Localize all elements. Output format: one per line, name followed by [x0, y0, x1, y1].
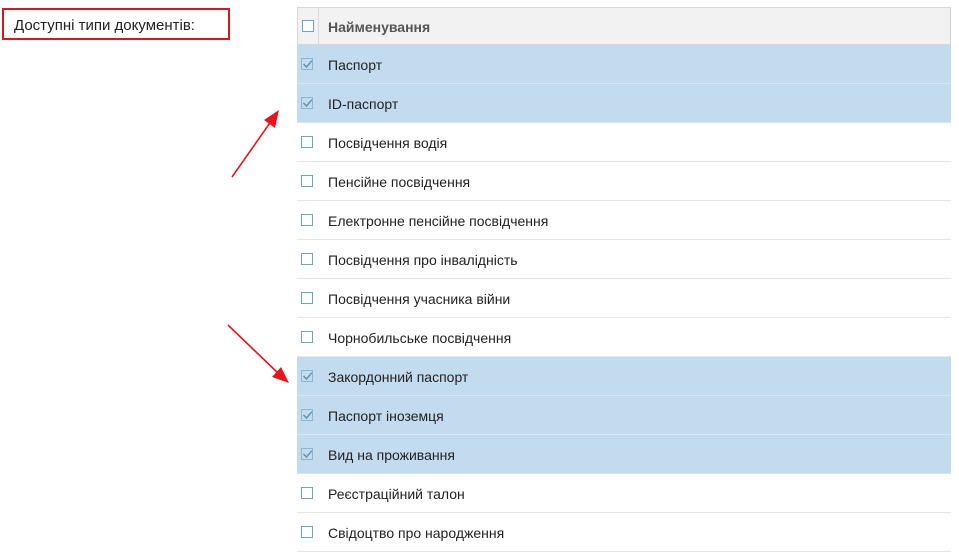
arrow-down-right-icon — [227, 324, 289, 383]
row-name: Посвідчення про інвалідність — [328, 252, 518, 268]
grid-row[interactable]: Реєстраційний талон — [297, 474, 951, 513]
grid-row[interactable]: ID-паспорт — [297, 84, 951, 123]
row-name: Закордонний паспорт — [328, 369, 469, 385]
row-name: Реєстраційний талон — [328, 486, 465, 502]
grid-row[interactable]: Паспорт — [297, 45, 951, 84]
row-name: Чорнобильське посвідчення — [328, 330, 512, 346]
row-checkbox[interactable] — [301, 526, 313, 538]
page-root: Доступні типи документів: Найменування П… — [0, 0, 959, 553]
checkmark-icon — [302, 450, 313, 459]
available-document-types-label: Доступні типи документів: — [2, 8, 230, 40]
arrow-up-right-icon — [231, 110, 279, 178]
header-divider — [318, 8, 319, 44]
document-types-grid: Найменування Паспорт ID-паспорт Посвідче… — [297, 7, 951, 552]
checkmark-icon — [302, 411, 313, 420]
row-checkbox[interactable] — [301, 253, 313, 265]
checkmark-icon — [302, 60, 313, 69]
row-checkbox[interactable] — [301, 175, 313, 187]
column-header-name[interactable]: Найменування — [328, 19, 430, 35]
row-checkbox[interactable] — [301, 136, 313, 148]
row-name: Посвідчення учасника війни — [328, 291, 511, 307]
row-checkbox[interactable] — [301, 214, 313, 226]
grid-row[interactable]: Посвідчення про інвалідність — [297, 240, 951, 279]
grid-header: Найменування — [297, 7, 951, 45]
row-name: Посвідчення водія — [328, 135, 448, 151]
grid-row[interactable]: Електронне пенсійне посвідчення — [297, 201, 951, 240]
grid-row[interactable]: Чорнобильське посвідчення — [297, 318, 951, 357]
grid-row[interactable]: Пенсійне посвідчення — [297, 162, 951, 201]
grid-row[interactable]: Закордонний паспорт — [297, 357, 951, 396]
grid-row[interactable]: Посвідчення водія — [297, 123, 951, 162]
checkmark-icon — [302, 372, 313, 381]
row-name: Пенсійне посвідчення — [328, 174, 471, 190]
row-checkbox[interactable] — [301, 292, 313, 304]
row-name: Електронне пенсійне посвідчення — [328, 213, 549, 229]
row-checkbox[interactable] — [301, 331, 313, 343]
row-checkbox[interactable] — [301, 487, 313, 499]
row-name: Вид на проживання — [328, 447, 455, 463]
grid-row[interactable]: Паспорт іноземця — [297, 396, 951, 435]
select-all-checkbox[interactable] — [302, 20, 314, 32]
row-name: Паспорт іноземця — [328, 408, 444, 424]
grid-row[interactable]: Вид на проживання — [297, 435, 951, 474]
grid-row[interactable]: Посвідчення учасника війни — [297, 279, 951, 318]
row-name: Паспорт — [328, 57, 383, 73]
row-name: Свідоцтво про народження — [328, 525, 505, 541]
checkmark-icon — [302, 99, 313, 108]
grid-row[interactable]: Свідоцтво про народження — [297, 513, 951, 552]
row-name: ID-паспорт — [328, 96, 399, 112]
